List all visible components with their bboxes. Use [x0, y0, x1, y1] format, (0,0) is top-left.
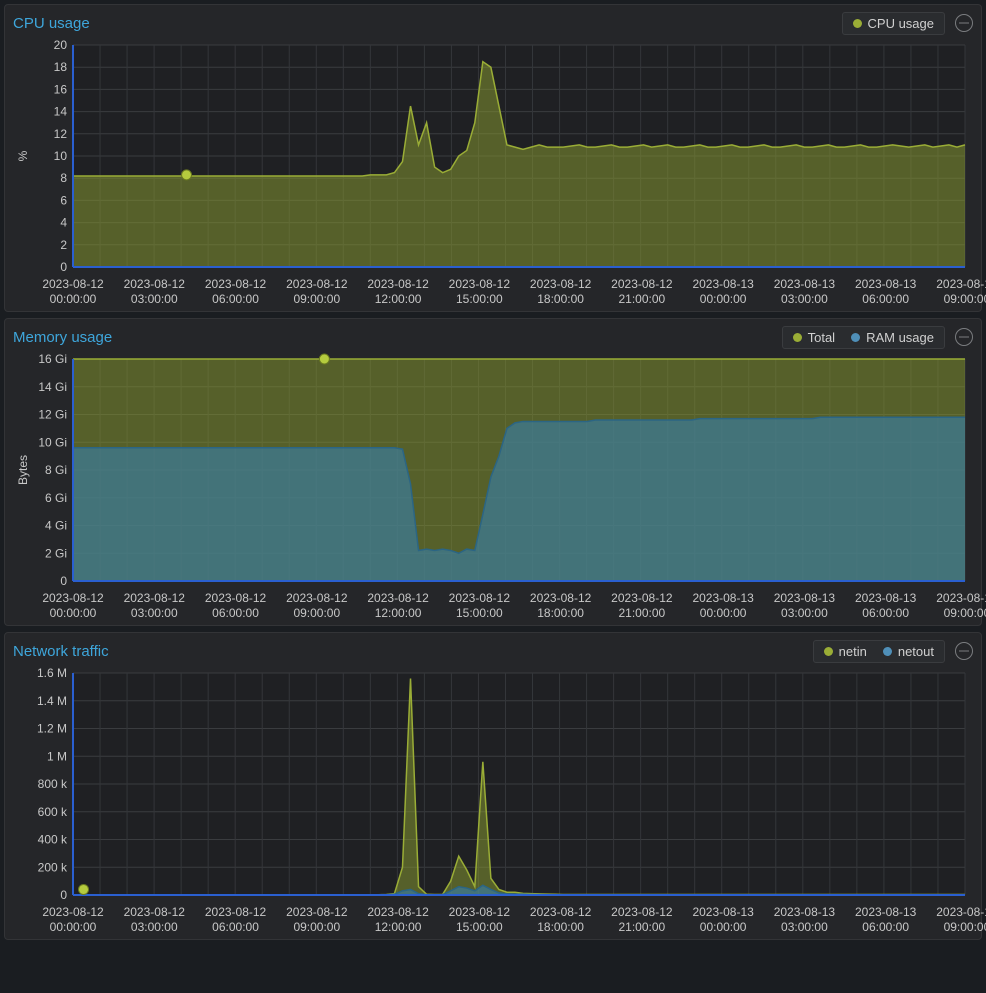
svg-text:20: 20	[54, 39, 68, 52]
svg-text:%: %	[16, 150, 30, 161]
svg-text:10: 10	[54, 149, 68, 163]
svg-text:200 k: 200 k	[38, 860, 68, 874]
svg-text:0: 0	[60, 260, 67, 273]
panel-title-cpu: CPU usage	[13, 15, 842, 32]
svg-text:600 k: 600 k	[38, 805, 68, 819]
svg-text:800 k: 800 k	[38, 777, 68, 791]
legend-memory: Total RAM usage	[782, 326, 945, 349]
legend-dot-icon	[793, 333, 802, 342]
svg-text:14 Gi: 14 Gi	[38, 380, 67, 394]
svg-text:10 Gi: 10 Gi	[38, 435, 67, 449]
chart-cpu[interactable]: 02468101214161820% 2023-08-1200:00:00202…	[13, 39, 973, 307]
legend-item-netout[interactable]: netout	[875, 642, 942, 661]
svg-text:12: 12	[54, 127, 68, 141]
svg-text:6 Gi: 6 Gi	[45, 491, 67, 505]
legend-item-ram-usage[interactable]: RAM usage	[843, 328, 942, 347]
svg-text:16 Gi: 16 Gi	[38, 353, 67, 366]
legend-dot-icon	[824, 647, 833, 656]
panel-title-memory: Memory usage	[13, 329, 782, 346]
svg-text:8 Gi: 8 Gi	[45, 463, 67, 477]
svg-text:400 k: 400 k	[38, 833, 68, 847]
legend-dot-icon	[853, 19, 862, 28]
svg-text:Bytes: Bytes	[16, 455, 30, 485]
svg-text:14: 14	[54, 105, 68, 119]
panel-title-network: Network traffic	[13, 643, 813, 660]
svg-text:1.4 M: 1.4 M	[37, 694, 67, 708]
svg-text:4: 4	[60, 216, 67, 230]
collapse-icon[interactable]	[955, 14, 973, 32]
legend-dot-icon	[883, 647, 892, 656]
chart-memory[interactable]: 0 2 Gi 4 Gi 6 Gi 8 Gi 10 Gi 12 Gi 14 Gi 16 Gi Byt…	[13, 353, 973, 621]
svg-text:8: 8	[60, 171, 67, 185]
collapse-icon[interactable]	[955, 328, 973, 346]
panel-cpu-usage: CPU usage CPU usage 02468101214161820% 2…	[4, 4, 982, 312]
legend-item-total[interactable]: Total	[785, 328, 843, 347]
legend-item-netin[interactable]: netin	[816, 642, 875, 661]
svg-text:0: 0	[60, 888, 67, 901]
svg-text:1.2 M: 1.2 M	[37, 722, 67, 736]
svg-text:2: 2	[60, 238, 67, 252]
svg-text:16: 16	[54, 82, 68, 96]
collapse-icon[interactable]	[955, 642, 973, 660]
svg-text:6: 6	[60, 193, 67, 207]
svg-text:1.6 M: 1.6 M	[37, 667, 67, 680]
legend-network: netin netout	[813, 640, 945, 663]
svg-text:1 M: 1 M	[47, 749, 67, 763]
panel-memory-usage: Memory usage Total RAM usage 0 2 Gi 4 Gi 6 …	[4, 318, 982, 626]
svg-text:18: 18	[54, 60, 68, 74]
svg-text:0: 0	[60, 574, 67, 587]
svg-text:4 Gi: 4 Gi	[45, 519, 67, 533]
svg-text:12 Gi: 12 Gi	[38, 408, 67, 422]
legend-dot-icon	[851, 333, 860, 342]
chart-network[interactable]: 0200 k400 k600 k800 k1 M1.2 M1.4 M1.6 M …	[13, 667, 973, 935]
svg-text:2 Gi: 2 Gi	[45, 546, 67, 560]
legend-item-cpu-usage[interactable]: CPU usage	[845, 14, 942, 33]
legend-cpu: CPU usage	[842, 12, 945, 35]
panel-network-traffic: Network traffic netin netout 0 200 k 400 k…	[4, 632, 982, 940]
